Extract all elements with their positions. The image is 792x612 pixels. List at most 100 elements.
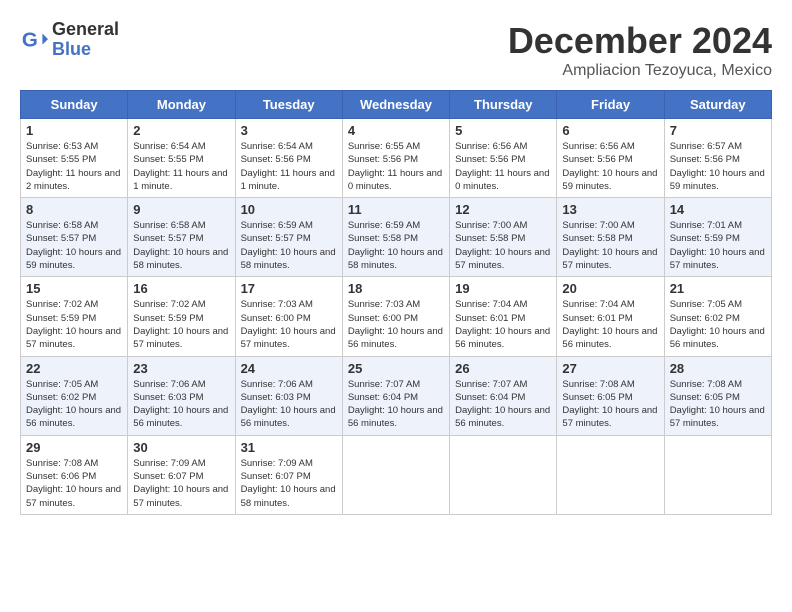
table-row: 8 Sunrise: 6:58 AM Sunset: 5:57 PM Dayli… — [21, 198, 128, 277]
day-info: Sunrise: 6:58 AM Sunset: 5:57 PM Dayligh… — [133, 219, 229, 272]
table-row — [557, 435, 664, 514]
calendar-row-1: 1 Sunrise: 6:53 AM Sunset: 5:55 PM Dayli… — [21, 119, 772, 198]
day-number: 13 — [562, 202, 658, 217]
table-row: 27 Sunrise: 7:08 AM Sunset: 6:05 PM Dayl… — [557, 356, 664, 435]
table-row: 30 Sunrise: 7:09 AM Sunset: 6:07 PM Dayl… — [128, 435, 235, 514]
calendar-table: Sunday Monday Tuesday Wednesday Thursday… — [20, 90, 772, 515]
table-row: 26 Sunrise: 7:07 AM Sunset: 6:04 PM Dayl… — [450, 356, 557, 435]
day-number: 11 — [348, 202, 444, 217]
day-info: Sunrise: 7:06 AM Sunset: 6:03 PM Dayligh… — [133, 378, 229, 431]
day-info: Sunrise: 6:59 AM Sunset: 5:58 PM Dayligh… — [348, 219, 444, 272]
table-row: 31 Sunrise: 7:09 AM Sunset: 6:07 PM Dayl… — [235, 435, 342, 514]
day-info: Sunrise: 7:03 AM Sunset: 6:00 PM Dayligh… — [348, 298, 444, 351]
table-row: 3 Sunrise: 6:54 AM Sunset: 5:56 PM Dayli… — [235, 119, 342, 198]
col-saturday: Saturday — [664, 91, 771, 119]
table-row: 21 Sunrise: 7:05 AM Sunset: 6:02 PM Dayl… — [664, 277, 771, 356]
day-number: 4 — [348, 123, 444, 138]
day-number: 5 — [455, 123, 551, 138]
table-row: 17 Sunrise: 7:03 AM Sunset: 6:00 PM Dayl… — [235, 277, 342, 356]
table-row: 14 Sunrise: 7:01 AM Sunset: 5:59 PM Dayl… — [664, 198, 771, 277]
table-row: 23 Sunrise: 7:06 AM Sunset: 6:03 PM Dayl… — [128, 356, 235, 435]
table-row: 11 Sunrise: 6:59 AM Sunset: 5:58 PM Dayl… — [342, 198, 449, 277]
table-row — [342, 435, 449, 514]
day-info: Sunrise: 7:08 AM Sunset: 6:06 PM Dayligh… — [26, 457, 122, 510]
day-number: 23 — [133, 361, 229, 376]
table-row: 2 Sunrise: 6:54 AM Sunset: 5:55 PM Dayli… — [128, 119, 235, 198]
table-row: 15 Sunrise: 7:02 AM Sunset: 5:59 PM Dayl… — [21, 277, 128, 356]
table-row: 13 Sunrise: 7:00 AM Sunset: 5:58 PM Dayl… — [557, 198, 664, 277]
table-row: 25 Sunrise: 7:07 AM Sunset: 6:04 PM Dayl… — [342, 356, 449, 435]
day-number: 20 — [562, 281, 658, 296]
day-number: 1 — [26, 123, 122, 138]
col-thursday: Thursday — [450, 91, 557, 119]
title-block: December 2024 Ampliacion Tezoyuca, Mexic… — [508, 20, 772, 80]
table-row: 7 Sunrise: 6:57 AM Sunset: 5:56 PM Dayli… — [664, 119, 771, 198]
table-row: 4 Sunrise: 6:55 AM Sunset: 5:56 PM Dayli… — [342, 119, 449, 198]
table-row: 22 Sunrise: 7:05 AM Sunset: 6:02 PM Dayl… — [21, 356, 128, 435]
day-number: 8 — [26, 202, 122, 217]
day-info: Sunrise: 7:05 AM Sunset: 6:02 PM Dayligh… — [26, 378, 122, 431]
table-row: 12 Sunrise: 7:00 AM Sunset: 5:58 PM Dayl… — [450, 198, 557, 277]
table-row: 20 Sunrise: 7:04 AM Sunset: 6:01 PM Dayl… — [557, 277, 664, 356]
col-friday: Friday — [557, 91, 664, 119]
day-number: 26 — [455, 361, 551, 376]
day-info: Sunrise: 7:03 AM Sunset: 6:00 PM Dayligh… — [241, 298, 337, 351]
day-info: Sunrise: 7:07 AM Sunset: 6:04 PM Dayligh… — [348, 378, 444, 431]
day-info: Sunrise: 7:02 AM Sunset: 5:59 PM Dayligh… — [26, 298, 122, 351]
logo: G General Blue — [20, 20, 119, 60]
logo-icon: G — [20, 26, 48, 54]
logo-line2: Blue — [52, 40, 119, 60]
table-row: 18 Sunrise: 7:03 AM Sunset: 6:00 PM Dayl… — [342, 277, 449, 356]
table-row: 24 Sunrise: 7:06 AM Sunset: 6:03 PM Dayl… — [235, 356, 342, 435]
day-number: 2 — [133, 123, 229, 138]
location-subtitle: Ampliacion Tezoyuca, Mexico — [508, 62, 772, 80]
day-info: Sunrise: 6:55 AM Sunset: 5:56 PM Dayligh… — [348, 140, 444, 193]
day-number: 22 — [26, 361, 122, 376]
calendar-row-3: 15 Sunrise: 7:02 AM Sunset: 5:59 PM Dayl… — [21, 277, 772, 356]
calendar-row-2: 8 Sunrise: 6:58 AM Sunset: 5:57 PM Dayli… — [21, 198, 772, 277]
day-number: 21 — [670, 281, 766, 296]
table-row: 16 Sunrise: 7:02 AM Sunset: 5:59 PM Dayl… — [128, 277, 235, 356]
day-number: 15 — [26, 281, 122, 296]
day-number: 18 — [348, 281, 444, 296]
day-info: Sunrise: 6:58 AM Sunset: 5:57 PM Dayligh… — [26, 219, 122, 272]
day-info: Sunrise: 7:02 AM Sunset: 5:59 PM Dayligh… — [133, 298, 229, 351]
col-tuesday: Tuesday — [235, 91, 342, 119]
day-info: Sunrise: 7:07 AM Sunset: 6:04 PM Dayligh… — [455, 378, 551, 431]
day-number: 12 — [455, 202, 551, 217]
day-number: 6 — [562, 123, 658, 138]
day-info: Sunrise: 7:00 AM Sunset: 5:58 PM Dayligh… — [562, 219, 658, 272]
table-row: 19 Sunrise: 7:04 AM Sunset: 6:01 PM Dayl… — [450, 277, 557, 356]
day-info: Sunrise: 7:05 AM Sunset: 6:02 PM Dayligh… — [670, 298, 766, 351]
table-row: 10 Sunrise: 6:59 AM Sunset: 5:57 PM Dayl… — [235, 198, 342, 277]
day-info: Sunrise: 7:09 AM Sunset: 6:07 PM Dayligh… — [133, 457, 229, 510]
day-number: 14 — [670, 202, 766, 217]
day-number: 10 — [241, 202, 337, 217]
day-number: 19 — [455, 281, 551, 296]
day-info: Sunrise: 6:54 AM Sunset: 5:55 PM Dayligh… — [133, 140, 229, 193]
day-info: Sunrise: 6:54 AM Sunset: 5:56 PM Dayligh… — [241, 140, 337, 193]
page-header: G General Blue December 2024 Ampliacion … — [20, 20, 772, 80]
day-number: 7 — [670, 123, 766, 138]
table-row: 9 Sunrise: 6:58 AM Sunset: 5:57 PM Dayli… — [128, 198, 235, 277]
table-row: 5 Sunrise: 6:56 AM Sunset: 5:56 PM Dayli… — [450, 119, 557, 198]
day-info: Sunrise: 6:56 AM Sunset: 5:56 PM Dayligh… — [562, 140, 658, 193]
month-title: December 2024 — [508, 20, 772, 62]
day-number: 25 — [348, 361, 444, 376]
col-wednesday: Wednesday — [342, 91, 449, 119]
day-info: Sunrise: 7:08 AM Sunset: 6:05 PM Dayligh… — [562, 378, 658, 431]
day-number: 16 — [133, 281, 229, 296]
day-info: Sunrise: 6:56 AM Sunset: 5:56 PM Dayligh… — [455, 140, 551, 193]
day-number: 29 — [26, 440, 122, 455]
calendar-row-4: 22 Sunrise: 7:05 AM Sunset: 6:02 PM Dayl… — [21, 356, 772, 435]
day-info: Sunrise: 7:09 AM Sunset: 6:07 PM Dayligh… — [241, 457, 337, 510]
day-number: 28 — [670, 361, 766, 376]
day-info: Sunrise: 6:53 AM Sunset: 5:55 PM Dayligh… — [26, 140, 122, 193]
day-info: Sunrise: 6:59 AM Sunset: 5:57 PM Dayligh… — [241, 219, 337, 272]
day-number: 17 — [241, 281, 337, 296]
calendar-header-row: Sunday Monday Tuesday Wednesday Thursday… — [21, 91, 772, 119]
table-row — [664, 435, 771, 514]
table-row: 1 Sunrise: 6:53 AM Sunset: 5:55 PM Dayli… — [21, 119, 128, 198]
day-number: 30 — [133, 440, 229, 455]
table-row: 29 Sunrise: 7:08 AM Sunset: 6:06 PM Dayl… — [21, 435, 128, 514]
